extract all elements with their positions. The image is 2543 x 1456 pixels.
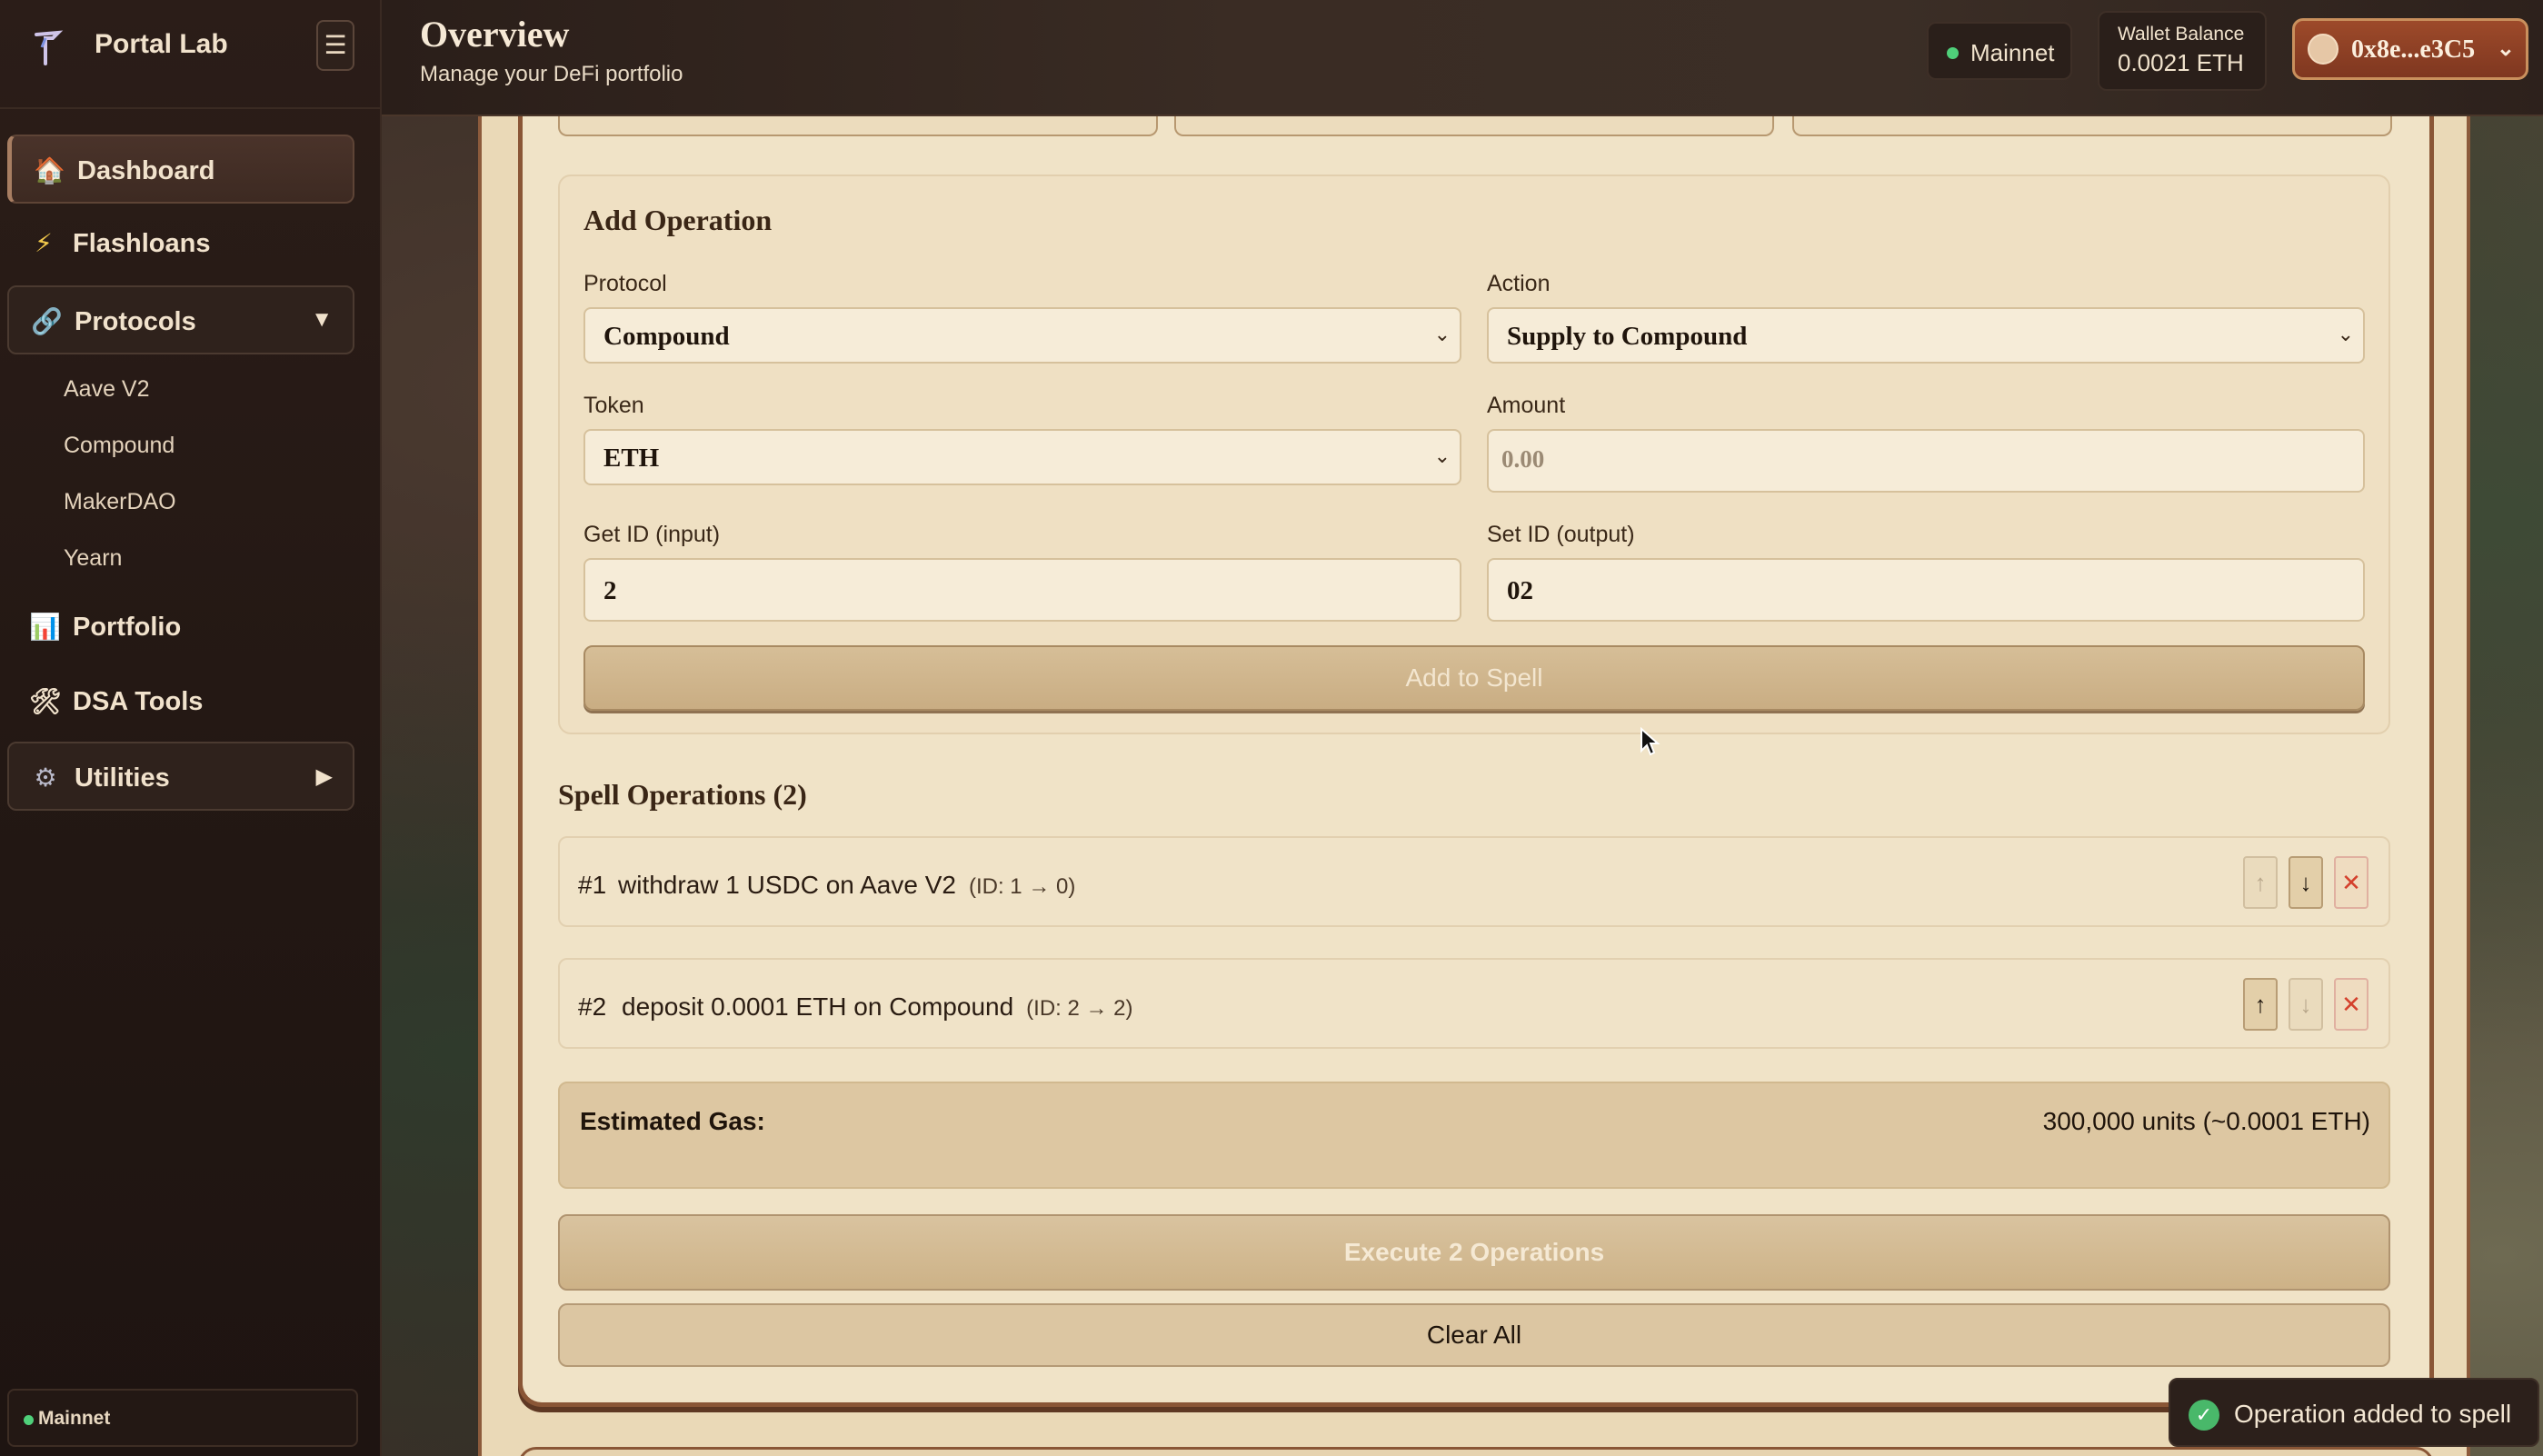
wallet-balance-label: Wallet Balance <box>2118 24 2245 45</box>
chevron-down-icon: ⌄ <box>1433 445 1451 468</box>
page-title: Overview <box>420 14 570 55</box>
move-down-button[interactable]: ↓ <box>2289 978 2323 1031</box>
add-to-spell-button[interactable]: Add to Spell <box>583 645 2365 711</box>
set-id-value: 02 <box>1507 576 1533 605</box>
account-address: 0x8e...e3C5 <box>2351 35 2476 64</box>
operation-description: deposit 0.0001 ETH on Compound (ID: 2 → 2… <box>622 992 1133 1022</box>
sidebar-item-label: Protocols <box>75 307 196 336</box>
mouse-cursor-icon <box>1640 727 1660 756</box>
field-stub <box>1792 116 2392 136</box>
action-value: Supply to Compound <box>1507 322 1748 351</box>
sidebar-subitem-makerdao[interactable]: MakerDAO <box>64 489 176 515</box>
amount-input[interactable]: 0.00 <box>1487 429 2365 493</box>
page-subtitle: Manage your DeFi portfolio <box>420 62 683 86</box>
operation-number: #1 <box>578 871 607 899</box>
sidebar-item-dashboard[interactable]: 🏠 Dashboard <box>7 135 354 204</box>
portal-logo-icon <box>35 30 64 65</box>
network-label: Mainnet <box>1970 39 2055 66</box>
operation-ids: (ID: 2 → 2) <box>1026 996 1133 1021</box>
wallet-balance: Wallet Balance 0.0021 ETH <box>2098 11 2267 91</box>
sidebar-subitem-yearn[interactable]: Yearn <box>64 545 122 572</box>
clear-all-button[interactable]: Clear All <box>558 1303 2390 1367</box>
remove-operation-button[interactable]: ✕ <box>2334 856 2368 909</box>
estimated-gas-panel: Estimated Gas: 300,000 units (~0.0001 ET… <box>558 1082 2390 1189</box>
operation-text: deposit 0.0001 ETH on Compound <box>622 992 1014 1021</box>
bar-chart-icon: 📊 <box>29 613 61 641</box>
next-panel-edge <box>518 1447 2434 1456</box>
link-icon: 🔗 <box>31 307 63 335</box>
operation-description: withdraw 1 USDC on Aave V2 (ID: 1 → 0) <box>618 871 1075 900</box>
field-stub <box>1174 116 1774 136</box>
remove-operation-button[interactable]: ✕ <box>2334 978 2368 1031</box>
set-id-label: Set ID (output) <box>1487 522 1635 547</box>
spell-operation-row: #1 withdraw 1 USDC on Aave V2 (ID: 1 → 0)… <box>558 836 2390 927</box>
field-stub <box>558 116 1158 136</box>
home-icon: 🏠 <box>34 156 65 184</box>
menu-toggle-button[interactable]: ☰ <box>316 20 354 71</box>
brand-header: Portal Lab ☰ <box>0 0 382 109</box>
account-button[interactable]: 0x8e...e3C5 ⌄ <box>2292 18 2528 80</box>
status-dot-icon <box>1947 47 1959 59</box>
network-selector[interactable]: Mainnet <box>1927 22 2072 80</box>
sidebar-item-label: Utilities <box>75 763 170 793</box>
checkmark-icon: ✓ <box>2189 1400 2219 1431</box>
spell-operation-row: #2 deposit 0.0001 ETH on Compound (ID: 2 … <box>558 958 2390 1049</box>
move-up-button[interactable]: ↑ <box>2243 978 2278 1031</box>
move-down-button[interactable]: ↓ <box>2289 856 2323 909</box>
wallet-balance-value: 0.0021 ETH <box>2118 49 2244 76</box>
sidebar-subitem-aave[interactable]: Aave V2 <box>64 376 150 403</box>
sidebar-item-label: Portfolio <box>73 613 182 642</box>
get-id-value: 2 <box>603 576 617 605</box>
lightning-icon: ⚡ <box>35 229 53 257</box>
top-header: Overview Manage your DeFi portfolio Main… <box>382 0 2543 116</box>
add-operation-title: Add Operation <box>583 204 773 236</box>
operation-text: withdraw 1 USDC on Aave V2 <box>618 871 956 899</box>
token-value: ETH <box>603 444 660 473</box>
chevron-down-icon: ⌄ <box>2496 37 2515 61</box>
action-label: Action <box>1487 271 1551 296</box>
amount-label: Amount <box>1487 393 1566 418</box>
protocol-label: Protocol <box>583 271 667 296</box>
sidebar-item-flashloans[interactable]: ⚡ Flashloans <box>7 209 354 278</box>
chevron-down-icon: ▼ <box>311 307 333 332</box>
get-id-input[interactable]: 2 <box>583 558 1461 622</box>
protocol-select[interactable]: Compound ⌄ <box>583 307 1461 364</box>
network-status: Mainnet <box>7 1389 358 1447</box>
chevron-down-icon: ⌄ <box>2337 324 2354 346</box>
sidebar-item-utilities[interactable]: ⚙ Utilities ▶ <box>7 742 354 811</box>
action-select[interactable]: Supply to Compound ⌄ <box>1487 307 2365 364</box>
gear-icon: ⚙ <box>34 763 57 792</box>
get-id-label: Get ID (input) <box>583 522 721 547</box>
protocol-value: Compound <box>603 322 730 351</box>
brand-name: Portal Lab <box>95 29 228 59</box>
status-dot-icon <box>24 1415 34 1425</box>
set-id-input[interactable]: 02 <box>1487 558 2365 622</box>
network-label: Mainnet <box>38 1408 111 1429</box>
sidebar-item-label: Flashloans <box>73 229 211 258</box>
token-select[interactable]: ETH ⌄ <box>583 429 1461 485</box>
sidebar-subitem-compound[interactable]: Compound <box>64 433 175 459</box>
chevron-down-icon: ⌄ <box>1433 324 1451 346</box>
gas-value: 300,000 units (~0.0001 ETH) <box>2042 1107 2370 1135</box>
operation-number: #2 <box>578 992 607 1021</box>
sidebar: Portal Lab ☰ 🏠 Dashboard ⚡ Flashloans 🔗 … <box>0 0 382 1456</box>
execute-operations-button[interactable]: Execute 2 Operations <box>558 1214 2390 1291</box>
toast-notification: ✓ Operation added to spell <box>2169 1378 2539 1447</box>
move-up-button[interactable]: ↑ <box>2243 856 2278 909</box>
sidebar-item-portfolio[interactable]: 📊 Portfolio <box>7 593 354 662</box>
avatar <box>2308 34 2339 65</box>
chevron-right-icon: ▶ <box>315 764 333 789</box>
gas-label: Estimated Gas: <box>580 1107 765 1135</box>
amount-placeholder: 0.00 <box>1501 445 1545 473</box>
toast-message: Operation added to spell <box>2234 1400 2512 1428</box>
sidebar-item-protocols[interactable]: 🔗 Protocols ▼ <box>7 285 354 354</box>
sidebar-item-dsa-tools[interactable]: 🛠 DSA Tools <box>7 667 354 736</box>
sidebar-item-label: DSA Tools <box>73 687 204 716</box>
sidebar-item-label: Dashboard <box>77 156 215 185</box>
operation-ids: (ID: 1 → 0) <box>968 874 1076 899</box>
tools-icon: 🛠 <box>29 687 62 715</box>
spell-operations-title: Spell Operations (2) <box>558 778 807 811</box>
token-label: Token <box>583 393 644 418</box>
